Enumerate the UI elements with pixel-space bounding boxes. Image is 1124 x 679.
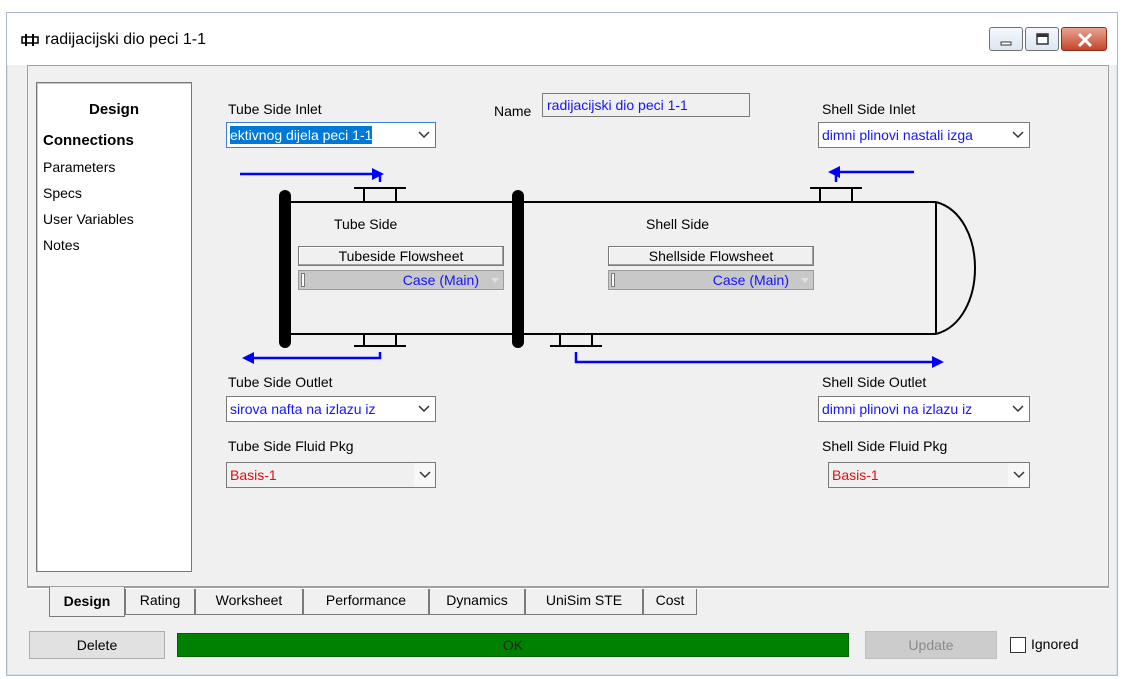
shell-fluid-pkg-label: Shell Side Fluid Pkg xyxy=(822,438,948,454)
title-bar[interactable]: radijacijski dio peci 1-1 xyxy=(7,13,1117,65)
caret-down-icon xyxy=(801,278,809,283)
shell-inlet-arrow xyxy=(828,166,840,178)
tube-outlet-label: Tube Side Outlet xyxy=(228,374,333,390)
name-field[interactable]: radijacijski dio peci 1-1 xyxy=(542,93,750,117)
delete-button[interactable]: Delete xyxy=(29,631,165,659)
tubeside-flowsheet-button[interactable]: Tubeside Flowsheet xyxy=(298,246,504,266)
shell-outlet-label: Shell Side Outlet xyxy=(822,374,927,390)
name-label: Name xyxy=(494,103,532,119)
shell-inlet-stream xyxy=(834,170,914,182)
shell-outlet-select[interactable]: dimni plinovi na izlazu iz xyxy=(818,396,1030,422)
tab-design[interactable]: Design xyxy=(49,587,125,617)
chevron-down-icon[interactable] xyxy=(413,463,435,487)
tab-worksheet[interactable]: Worksheet xyxy=(195,589,303,615)
shell-outlet-stream xyxy=(574,352,936,364)
tab-dynamics[interactable]: Dynamics xyxy=(429,589,525,615)
minimize-icon xyxy=(1000,41,1012,46)
chevron-down-icon[interactable] xyxy=(413,123,435,147)
nozzles xyxy=(354,187,862,347)
tubeside-case-select[interactable]: Case (Main) xyxy=(298,270,504,290)
shellside-case-select[interactable]: Case (Main) xyxy=(608,270,814,290)
chevron-down-icon[interactable] xyxy=(1007,123,1029,147)
minimize-button[interactable] xyxy=(989,27,1023,51)
tube-outlet-select[interactable]: sirova nafta na izlazu iz xyxy=(226,396,436,422)
tube-sheet-right xyxy=(512,190,524,348)
tube-fluid-pkg-label: Tube Side Fluid Pkg xyxy=(228,438,354,454)
caret-down-icon xyxy=(491,278,499,283)
page-tabs: Design Rating Worksheet Performance Dyna… xyxy=(27,587,1109,621)
shell-inlet-select[interactable]: dimni plinovi nastali izga xyxy=(818,122,1030,148)
tube-outlet-stream xyxy=(250,352,382,360)
tab-performance[interactable]: Performance xyxy=(303,589,429,615)
shell-inlet-label: Shell Side Inlet xyxy=(822,101,916,117)
shellside-flowsheet-button[interactable]: Shellside Flowsheet xyxy=(608,246,814,266)
shell-outlet-arrow xyxy=(932,356,944,368)
tube-side-label: Tube Side xyxy=(334,216,398,232)
tube-inlet-stream xyxy=(240,172,382,182)
shell-inlet-value: dimni plinovi nastali izga xyxy=(822,127,973,143)
tube-outlet-value: sirova nafta na izlazu iz xyxy=(230,401,376,417)
ignored-label: Ignored xyxy=(1031,636,1079,652)
ignored-checkbox[interactable] xyxy=(1010,637,1026,653)
chevron-down-icon[interactable] xyxy=(1007,463,1029,487)
maximize-icon xyxy=(1036,33,1049,45)
maximize-button[interactable] xyxy=(1025,27,1059,51)
shellside-case-value: Case (Main) xyxy=(712,272,789,288)
tubeside-case-value: Case (Main) xyxy=(402,272,479,288)
tube-sheet-left xyxy=(279,190,291,348)
tab-unisim-ste[interactable]: UniSim STE xyxy=(525,589,643,615)
status-bar: OK xyxy=(177,633,849,657)
tube-inlet-select[interactable]: ektivnog dijela peci 1-1 xyxy=(226,122,436,148)
chevron-down-icon[interactable] xyxy=(413,397,435,421)
tab-rating[interactable]: Rating xyxy=(125,589,195,615)
heat-exchanger-icon xyxy=(21,34,39,46)
case-slider-handle xyxy=(301,273,305,287)
shell-fluid-pkg-select[interactable]: Basis-1 xyxy=(828,462,1030,488)
design-page: Design Connections Parameters Specs User… xyxy=(27,65,1109,587)
window-title: radijacijski dio peci 1-1 xyxy=(45,31,206,48)
tube-fluid-pkg-select[interactable]: Basis-1 xyxy=(226,462,436,488)
heat-exchanger-window: radijacijski dio peci 1-1 Design Connect… xyxy=(6,12,1118,676)
case-slider-handle xyxy=(611,273,615,287)
shell-outlet-value: dimni plinovi na izlazu iz xyxy=(822,401,973,417)
chevron-down-icon[interactable] xyxy=(1007,397,1029,421)
shell-fluid-pkg-value: Basis-1 xyxy=(832,467,879,483)
shell-side-label: Shell Side xyxy=(646,216,710,232)
tube-outlet-arrow xyxy=(242,352,254,364)
window-controls xyxy=(989,27,1107,51)
tube-fluid-pkg-value: Basis-1 xyxy=(230,467,277,483)
tube-inlet-label: Tube Side Inlet xyxy=(228,101,322,117)
close-icon xyxy=(1077,32,1093,48)
close-button[interactable] xyxy=(1061,27,1107,51)
tube-inlet-arrow xyxy=(372,168,384,180)
tube-inlet-value: ektivnog dijela peci 1-1 xyxy=(230,126,373,144)
update-button[interactable]: Update xyxy=(865,631,997,659)
tab-cost[interactable]: Cost xyxy=(643,589,697,615)
